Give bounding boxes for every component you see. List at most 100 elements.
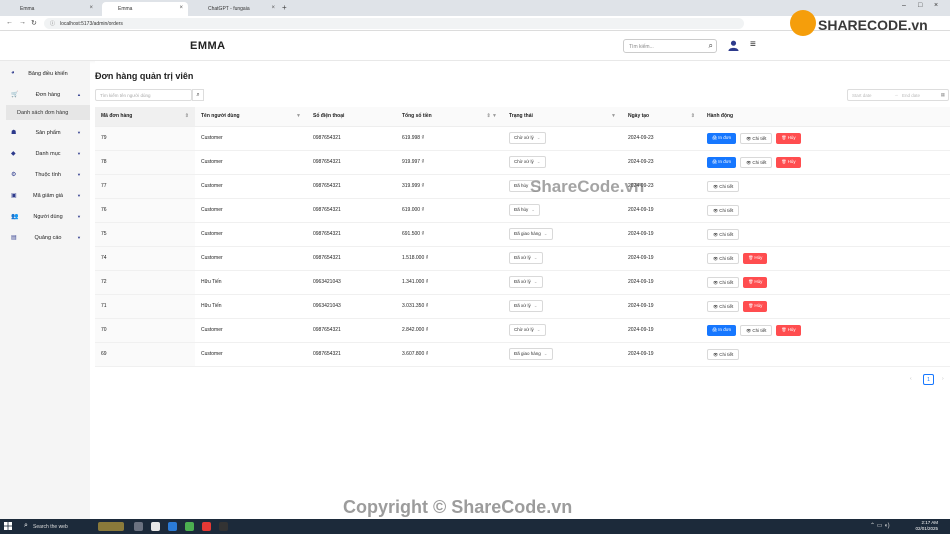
sidebar-item-orders[interactable]: 🛒 Đơn hàng ▲ (0, 86, 90, 104)
taskbar-search[interactable]: ⌕ Search the web (19, 521, 87, 532)
sidebar-item-attributes[interactable]: ⚙ Thuộc tính ▼ (0, 166, 90, 184)
browser-tab[interactable]: ChatGPT - fungaia × (192, 2, 280, 16)
table-row: 78 Customer 0987654321 919.997 ₫ Chờ xử lý ⌄ 2… (95, 150, 950, 175)
status-select[interactable]: Chờ xử lý ⌄ (509, 324, 546, 336)
order-id-cell: 79 (95, 126, 195, 151)
column-header-created-date[interactable]: Ngày tạo ⇕ (622, 107, 701, 127)
button-label: In đơn (718, 134, 732, 140)
sort-icon[interactable]: ⇕ (185, 113, 189, 119)
filter-icon[interactable]: ▼ (611, 113, 616, 119)
status-select[interactable]: Chờ xử lý ⌄ (509, 132, 546, 144)
url-field[interactable]: ⓘ localhost:5173/admin/orders (44, 18, 744, 29)
filter-icon[interactable]: ▼ (296, 113, 301, 119)
column-header-total[interactable]: Tổng số tiền ⇕ ▼ (396, 107, 503, 127)
order-id-cell: 76 (95, 198, 195, 223)
taskbar-clock[interactable]: 2:17 AM 02/01/2025 (904, 520, 938, 532)
browser-tab-active[interactable]: Emma × (102, 2, 188, 16)
news-widget-icon[interactable] (98, 522, 124, 531)
windows-start-icon[interactable] (4, 522, 12, 530)
sidebar-item-users[interactable]: 👥 Người dùng ▼ (0, 208, 90, 226)
close-icon[interactable]: × (271, 5, 275, 11)
view-detail-button[interactable]: 👁 Chi tiết (740, 132, 773, 144)
sidebar-item-ads[interactable]: ▤ Quảng cáo ▼ (0, 229, 90, 247)
view-detail-button[interactable]: 👁 Chi tiết (707, 204, 740, 216)
cancel-order-button[interactable]: 🗑 Hủy (776, 132, 801, 144)
view-detail-button[interactable]: 👁 Chi tiết (707, 252, 740, 264)
sidebar-item-label: Danh mục (35, 151, 61, 157)
status-select[interactable]: Đã giao hàng ⌄ (509, 348, 553, 360)
terminal-icon[interactable] (219, 522, 228, 531)
status-select[interactable]: Chờ xử lý ⌄ (509, 156, 546, 168)
view-detail-button[interactable]: 👁 Chi tiết (740, 324, 773, 336)
sharecode-logo: SHARECODE.vn (790, 10, 945, 40)
back-icon[interactable]: ← (6, 19, 13, 26)
forward-icon[interactable]: → (19, 19, 26, 26)
sidebar-item-label: Thuộc tính (35, 172, 61, 178)
close-icon[interactable]: × (179, 5, 183, 11)
total-cell: 3.031.350 ₫ (396, 294, 503, 319)
window-close-icon[interactable]: × (934, 2, 938, 9)
minimize-icon[interactable]: – (902, 2, 906, 9)
table-row: 71 Hữu Tiến 0963421043 3.031.350 ₫ Đã xử lý ⌄… (95, 294, 950, 319)
search-icon[interactable]: ⌕ (192, 89, 204, 101)
status-select[interactable]: Đã hủy ⌄ (509, 204, 541, 216)
app-icon[interactable] (202, 522, 211, 531)
page-number-current[interactable]: 1 (923, 374, 934, 385)
actions-cell: 👁 Chi tiết (701, 222, 950, 247)
next-page-icon[interactable]: › (942, 376, 944, 382)
status-select[interactable]: Đã xử lý ⌄ (509, 276, 543, 288)
new-tab-icon[interactable]: + (282, 3, 287, 12)
status-select[interactable]: Đã giao hàng ⌄ (509, 228, 553, 240)
view-detail-button[interactable]: 👁 Chi tiết (740, 156, 773, 168)
cancel-order-button[interactable]: 🗑 Hủy (776, 324, 801, 336)
cancel-order-button[interactable]: 🗑 Hủy (743, 252, 768, 264)
sidebar-subitem-order-list[interactable]: Danh sách đơn hàng (6, 105, 90, 120)
status-value: Chờ xử lý (514, 159, 534, 164)
tab-title: Emma (118, 6, 133, 12)
cancel-order-button[interactable]: 🗑 Hủy (743, 300, 768, 312)
reload-icon[interactable]: ↻ (31, 19, 37, 27)
column-header-phone: Số điện thoại (307, 107, 396, 127)
status-cell: Đã hủy ⌄ (503, 198, 622, 223)
browser-tab[interactable]: Emma × (4, 2, 98, 16)
os-taskbar: ⌕ Search the web ⌃ ▭ ◖) 2:17 AM 02/01/202… (0, 519, 950, 534)
print-order-button[interactable]: 🖨 In đơn (707, 156, 737, 168)
file-explorer-icon[interactable] (151, 522, 160, 531)
system-tray-icons[interactable]: ⌃ ▭ ◖) (870, 522, 890, 529)
header-search-input[interactable]: Tìm kiếm... ⌕ (623, 39, 717, 53)
prev-page-icon[interactable]: ‹ (910, 376, 912, 382)
app-logo[interactable]: EMMA (190, 40, 226, 52)
print-order-button[interactable]: 🖨 In đơn (707, 324, 737, 336)
view-detail-button[interactable]: 👁 Chi tiết (707, 276, 740, 288)
sidebar-item-products[interactable]: ☗ Sản phẩm ▼ (0, 124, 90, 142)
column-header-username[interactable]: Tên người dùng ▼ (195, 107, 307, 127)
user-icon[interactable] (728, 40, 739, 51)
task-view-icon[interactable] (134, 522, 143, 531)
status-select[interactable]: Đã xử lý ⌄ (509, 252, 543, 264)
site-info-icon[interactable]: ⓘ (50, 20, 55, 27)
print-order-button[interactable]: 🖨 In đơn (707, 132, 737, 144)
cancel-order-button[interactable]: 🗑 Hủy (743, 276, 768, 288)
menu-icon[interactable]: ≡ (750, 40, 756, 50)
cancel-order-button[interactable]: 🗑 Hủy (776, 156, 801, 168)
sidebar-item-categories[interactable]: ◆ Danh mục ▼ (0, 145, 90, 163)
view-detail-button[interactable]: 👁 Chi tiết (707, 228, 740, 240)
sidebar-item-dashboard[interactable]: ◕ Bảng điều khiển (0, 65, 90, 83)
vscode-icon[interactable] (168, 522, 177, 531)
close-icon[interactable]: × (89, 5, 93, 11)
chrome-icon[interactable] (185, 522, 194, 531)
date-range-picker[interactable]: Start date → End date ▦ (847, 89, 949, 101)
created-date-cell: 2024-09-19 (622, 222, 701, 247)
view-detail-button[interactable]: 👁 Chi tiết (707, 348, 740, 360)
status-select[interactable]: Đã xử lý ⌄ (509, 300, 543, 312)
sort-filter-icon[interactable]: ⇕ ▼ (486, 113, 497, 119)
view-detail-button[interactable]: 👁 Chi tiết (707, 300, 740, 312)
sidebar-item-coupons[interactable]: ▣ Mã giảm giá ▼ (0, 187, 90, 205)
column-header-order-id[interactable]: Mã đơn hàng ⇕ (95, 107, 195, 127)
maximize-icon[interactable]: □ (918, 2, 922, 9)
view-detail-button[interactable]: 👁 Chi tiết (707, 180, 740, 192)
username-filter-input[interactable]: Tìm kiếm tên người dùng (95, 89, 192, 101)
search-icon[interactable]: ⌕ (709, 41, 713, 51)
column-header-status[interactable]: Trạng thái ▼ (503, 107, 622, 127)
sort-icon[interactable]: ⇕ (691, 113, 695, 119)
